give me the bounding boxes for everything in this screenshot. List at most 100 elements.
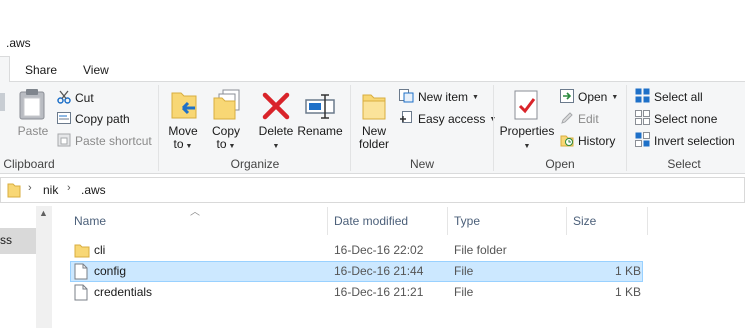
tab-view[interactable]: View [83, 63, 109, 77]
title-bar: .aws [0, 0, 745, 56]
column-divider[interactable] [447, 207, 448, 235]
scissors-icon [57, 90, 71, 107]
properties-label: Properties ▼ [499, 124, 555, 151]
chevron-down-icon: ▼ [472, 93, 479, 101]
select-group-label: Select [667, 157, 701, 171]
open-button[interactable]: Open ▼ [560, 88, 618, 106]
file-icon [74, 263, 88, 283]
column-header-date-modified[interactable]: Date modified [334, 214, 408, 228]
edit-icon [560, 111, 574, 128]
paste-shortcut-button[interactable]: Paste shortcut [57, 132, 152, 150]
properties-button[interactable]: Properties ▼ [499, 88, 555, 154]
file-date: 16-Dec-16 21:21 [334, 285, 424, 299]
move-to-label: Move to ▼ [168, 124, 198, 151]
file-row-cli[interactable]: cli 16-Dec-16 22:02 File folder [70, 240, 643, 261]
column-divider[interactable] [647, 207, 648, 235]
invert-selection-label: Invert selection [654, 134, 735, 148]
column-header-name[interactable]: Name [74, 214, 106, 228]
move-to-icon [171, 90, 199, 123]
group-separator [158, 85, 159, 171]
column-divider[interactable] [566, 207, 567, 235]
select-all-label: Select all [654, 90, 703, 104]
file-row-config[interactable]: config 16-Dec-16 21:44 File 1 KB [70, 261, 643, 282]
easy-access-label: Easy access [418, 112, 486, 126]
new-item-button[interactable]: New item ▼ [399, 88, 479, 106]
new-group-label: New [409, 157, 434, 171]
paste-shortcut-label: Paste shortcut [75, 134, 152, 148]
copy-path-label: Copy path [75, 112, 130, 126]
tab-share[interactable]: Share [25, 63, 57, 77]
copy-to-label: Copy to ▼ [211, 124, 240, 151]
move-to-button[interactable]: Move to ▼ [166, 88, 200, 154]
copy-path-button[interactable]: Copy path [57, 110, 130, 128]
column-header-type[interactable]: Type [454, 214, 480, 228]
edit-button[interactable]: Edit [560, 110, 599, 128]
group-separator [626, 85, 627, 171]
rename-button[interactable]: Rename [297, 88, 343, 146]
cut-label: Cut [75, 91, 94, 105]
sort-ascending-icon: ︿ [190, 207, 200, 218]
file-date: 16-Dec-16 21:44 [334, 264, 424, 278]
scroll-up-icon[interactable]: ▲ [39, 208, 48, 218]
copy-to-icon [213, 89, 241, 124]
nav-item-label: ss [0, 233, 12, 247]
folder-icon [7, 182, 21, 201]
organize-group-label: Organize [230, 157, 280, 171]
delete-label: Delete ▼ [258, 124, 294, 151]
open-icon [560, 88, 574, 106]
file-size: 1 KB [614, 285, 641, 299]
easy-access-button[interactable]: Easy access ▼ [399, 110, 496, 128]
column-divider[interactable] [327, 207, 328, 235]
select-none-button[interactable]: Select none [635, 110, 717, 128]
breadcrumb-separator-icon[interactable]: › [28, 182, 32, 194]
select-none-label: Select none [654, 112, 718, 126]
open-group-label: Open [545, 157, 575, 171]
rename-label: Rename [297, 124, 343, 138]
breadcrumb-separator-icon[interactable]: › [67, 182, 71, 194]
nav-scrollbar[interactable]: ▲ [36, 206, 52, 328]
open-label: Open [578, 90, 608, 104]
select-all-icon [635, 88, 650, 106]
new-item-label: New item [418, 90, 469, 104]
ribbon: Paste Cut Copy path Paste shortcut Clipb… [0, 82, 745, 174]
folder-icon [74, 242, 90, 261]
paste-button[interactable]: Paste [16, 88, 50, 146]
group-separator [350, 85, 351, 171]
address-bar[interactable]: › nik › .aws [0, 177, 745, 203]
file-date: 16-Dec-16 22:02 [334, 243, 424, 257]
cut-button[interactable]: Cut [57, 89, 94, 107]
breadcrumb-nik[interactable]: nik [43, 183, 58, 197]
file-row-credentials[interactable]: credentials 16-Dec-16 21:21 File 1 KB [70, 282, 643, 303]
pin-to-quick-access-partial[interactable] [0, 87, 6, 135]
nav-item-selected[interactable]: ss [0, 228, 36, 254]
delete-button[interactable]: Delete ▼ [256, 88, 296, 154]
column-header-size[interactable]: Size [573, 214, 596, 228]
file-name: cli [94, 243, 106, 257]
chevron-down-icon: ▼ [611, 93, 619, 101]
invert-selection-button[interactable]: Invert selection [635, 132, 735, 150]
history-label: History [578, 134, 616, 148]
properties-icon [514, 90, 540, 125]
file-size: 1 KB [614, 264, 641, 278]
new-folder-button[interactable]: New folder [354, 88, 394, 154]
clipboard-group-label: Clipboard [3, 157, 55, 171]
history-icon [560, 133, 574, 150]
new-folder-label: New folder [358, 124, 390, 151]
copy-to-button[interactable]: Copy to ▼ [209, 88, 243, 154]
file-type: File folder [454, 243, 507, 257]
delete-x-icon [262, 92, 290, 123]
breadcrumb-aws[interactable]: .aws [81, 183, 106, 197]
file-name: credentials [94, 285, 153, 299]
copy-path-icon [57, 111, 71, 127]
file-icon [74, 284, 88, 304]
ribbon-tab-row: Share View [0, 56, 745, 83]
tab-home-stub[interactable] [0, 56, 10, 83]
file-type: File [454, 264, 474, 278]
select-all-button[interactable]: Select all [635, 88, 703, 106]
easy-access-icon [399, 110, 414, 128]
history-button[interactable]: History [560, 132, 615, 150]
paste-shortcut-icon [57, 133, 71, 150]
file-type: File [454, 285, 474, 299]
select-none-icon [635, 110, 650, 128]
new-item-icon [399, 88, 414, 106]
